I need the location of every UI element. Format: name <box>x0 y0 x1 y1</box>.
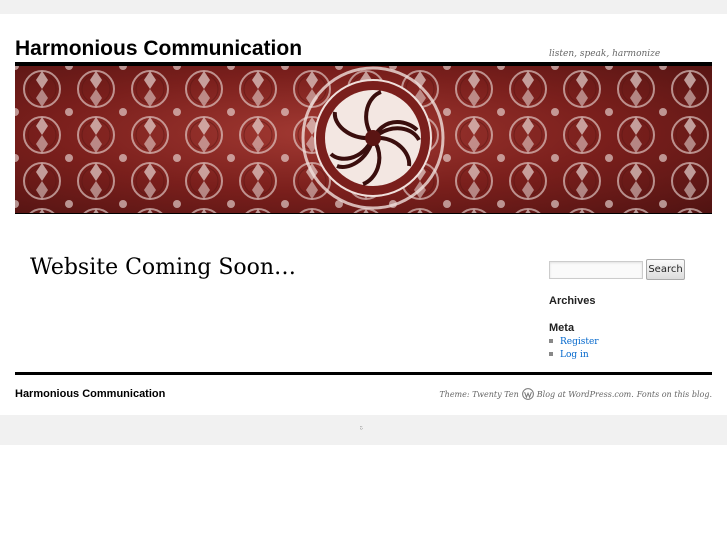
theme-link[interactable]: Theme: Twenty Ten <box>439 390 518 399</box>
meta-widget-title: Meta <box>549 322 575 334</box>
bottom-band <box>0 415 727 445</box>
login-link[interactable]: Log in <box>560 350 589 360</box>
header-bottom-rule <box>15 213 712 214</box>
header-image <box>15 66 712 214</box>
footer-credits: Theme: Twenty Ten Blog at WordPress.com.… <box>439 388 712 400</box>
meta-list-item-register: Register <box>549 336 599 349</box>
wordpress-logo-icon[interactable] <box>521 388 534 400</box>
square-bullet-icon <box>549 338 553 343</box>
archives-widget-title: Archives <box>549 295 596 307</box>
register-link[interactable]: Register <box>560 337 599 347</box>
search-input[interactable] <box>549 261 643 279</box>
square-bullet-icon <box>549 351 553 356</box>
footer-rule <box>15 372 712 375</box>
footer-site-title[interactable]: Harmonious Communication <box>15 388 165 400</box>
site-tagline: listen, speak, harmonize <box>549 49 661 59</box>
fonts-on-blog-link[interactable]: Fonts on this blog. <box>637 390 712 399</box>
top-band <box>0 0 727 14</box>
site-title[interactable]: Harmonious Communication <box>15 37 302 61</box>
smiley-icon: ᵕ̈ <box>360 426 363 434</box>
blog-at-wordpress-link[interactable]: Blog at WordPress.com. <box>537 390 634 399</box>
mandala-rosette <box>301 66 445 210</box>
meta-list-item-login: Log in <box>549 349 599 362</box>
search-button[interactable]: Search <box>646 259 685 280</box>
meta-links-list: Register Log in <box>549 336 599 362</box>
post-title: Website Coming Soon… <box>30 255 297 280</box>
